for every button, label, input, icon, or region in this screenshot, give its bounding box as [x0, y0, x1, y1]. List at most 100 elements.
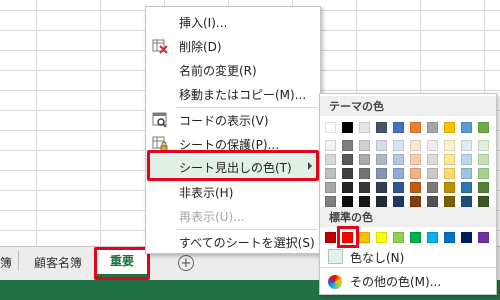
menu-item-insert[interactable]: 挿入(I)...: [146, 11, 320, 33]
standard-color-swatch[interactable]: [478, 232, 489, 243]
standard-color-swatch[interactable]: [444, 232, 455, 243]
theme-color-swatch[interactable]: [410, 154, 421, 165]
theme-color-swatch[interactable]: [461, 196, 472, 207]
theme-color-swatch[interactable]: [393, 196, 404, 207]
theme-color-swatch[interactable]: [410, 140, 421, 151]
theme-color-swatch[interactable]: [427, 140, 438, 151]
menu-item-label: 再表示(U)...: [179, 209, 245, 224]
standard-color-swatch[interactable]: [461, 232, 472, 243]
standard-color-swatch[interactable]: [393, 232, 404, 243]
more-colors-option[interactable]: その他の色(M)...: [350, 273, 441, 290]
color-palette-icon: [328, 275, 342, 289]
theme-color-swatch[interactable]: [393, 154, 404, 165]
theme-color-swatch[interactable]: [325, 168, 336, 179]
sheet-tab-customer-list[interactable]: 顧客名簿: [24, 247, 92, 277]
theme-color-swatch[interactable]: [342, 168, 353, 179]
theme-color-swatch[interactable]: [393, 140, 404, 151]
theme-color-swatch[interactable]: [478, 168, 489, 179]
theme-color-swatch[interactable]: [444, 122, 455, 133]
menu-item-select-all-sheets[interactable]: すべてのシートを選択(S): [146, 231, 320, 253]
theme-color-swatch[interactable]: [461, 168, 472, 179]
theme-color-swatch[interactable]: [461, 182, 472, 193]
standard-color-swatch[interactable]: [376, 232, 387, 243]
theme-color-swatch[interactable]: [359, 122, 370, 133]
theme-color-swatch[interactable]: [410, 182, 421, 193]
no-color-swatch[interactable]: [328, 249, 343, 264]
theme-color-swatch[interactable]: [461, 122, 472, 133]
theme-color-swatch[interactable]: [342, 196, 353, 207]
theme-color-swatch[interactable]: [359, 140, 370, 151]
sheet-tab-partial[interactable]: 簿: [0, 247, 14, 277]
theme-color-swatch[interactable]: [478, 154, 489, 165]
theme-color-swatch[interactable]: [444, 182, 455, 193]
theme-color-swatch[interactable]: [444, 154, 455, 165]
menu-item-move-copy[interactable]: 移動またはコピー(M)...: [146, 83, 320, 105]
menu-item-label: 挿入(I)...: [179, 15, 228, 30]
submenu-divider: [320, 267, 496, 268]
sheet-context-menu: 挿入(I)... 削除(D) 名前の変更(R) 移動またはコピー(M)... コ…: [145, 6, 321, 254]
theme-color-swatch[interactable]: [427, 122, 438, 133]
theme-color-swatch[interactable]: [325, 122, 336, 133]
theme-color-swatch[interactable]: [427, 196, 438, 207]
menu-item-hide[interactable]: 非表示(H): [146, 181, 320, 203]
theme-color-swatch[interactable]: [359, 196, 370, 207]
standard-color-swatch[interactable]: [325, 232, 336, 243]
theme-color-swatch[interactable]: [393, 182, 404, 193]
theme-color-swatch[interactable]: [427, 182, 438, 193]
theme-color-swatch[interactable]: [342, 122, 353, 133]
theme-color-swatch[interactable]: [325, 182, 336, 193]
theme-color-swatch[interactable]: [325, 154, 336, 165]
theme-color-swatch[interactable]: [376, 154, 387, 165]
theme-color-swatch[interactable]: [427, 168, 438, 179]
menu-item-label: 削除(D): [179, 39, 222, 54]
theme-color-swatch[interactable]: [359, 154, 370, 165]
theme-color-swatch[interactable]: [427, 154, 438, 165]
theme-color-swatch[interactable]: [410, 122, 421, 133]
standard-color-swatch[interactable]: [410, 232, 421, 243]
theme-color-swatch[interactable]: [393, 122, 404, 133]
menu-item-rename[interactable]: 名前の変更(R): [146, 59, 320, 81]
menu-divider: [176, 229, 318, 230]
theme-color-swatch[interactable]: [325, 196, 336, 207]
menu-item-label: 名前の変更(R): [179, 63, 257, 78]
theme-color-swatch[interactable]: [376, 182, 387, 193]
theme-color-swatch[interactable]: [444, 196, 455, 207]
theme-color-swatch[interactable]: [478, 140, 489, 151]
theme-color-swatch[interactable]: [376, 196, 387, 207]
theme-color-swatch[interactable]: [376, 168, 387, 179]
theme-color-swatch[interactable]: [325, 140, 336, 151]
menu-divider: [176, 107, 318, 108]
theme-color-swatch[interactable]: [461, 154, 472, 165]
theme-color-swatch[interactable]: [393, 168, 404, 179]
theme-color-swatch[interactable]: [478, 122, 489, 133]
theme-color-swatch[interactable]: [410, 196, 421, 207]
theme-color-swatch[interactable]: [376, 140, 387, 151]
theme-color-swatch[interactable]: [478, 182, 489, 193]
theme-colors-heading: テーマの色: [320, 96, 496, 116]
no-color-option[interactable]: 色なし(N): [350, 249, 404, 266]
view-code-icon: [152, 112, 168, 128]
menu-item-label: 非表示(H): [179, 185, 234, 200]
add-sheet-button[interactable]: +: [178, 255, 194, 271]
theme-color-swatch[interactable]: [444, 168, 455, 179]
menu-item-delete[interactable]: 削除(D): [146, 35, 320, 57]
standard-colors-heading: 標準の色: [320, 207, 496, 227]
theme-color-swatch[interactable]: [410, 168, 421, 179]
theme-color-swatch[interactable]: [461, 140, 472, 151]
theme-color-swatch[interactable]: [359, 168, 370, 179]
theme-color-swatch[interactable]: [342, 140, 353, 151]
tab-color-submenu: テーマの色 標準の色 色なし(N) その他の色(M)...: [319, 93, 497, 295]
menu-item-label: 移動またはコピー(M)...: [179, 87, 307, 102]
menu-item-view-code[interactable]: コードの表示(V): [146, 109, 320, 131]
theme-color-swatch[interactable]: [478, 196, 489, 207]
delete-sheet-icon: [152, 38, 168, 54]
standard-color-swatch[interactable]: [359, 232, 370, 243]
theme-color-swatch[interactable]: [444, 140, 455, 151]
theme-color-swatch[interactable]: [359, 182, 370, 193]
tab-annotation-box: [94, 247, 150, 280]
standard-color-swatch[interactable]: [427, 232, 438, 243]
theme-color-swatch[interactable]: [376, 122, 387, 133]
theme-color-swatch[interactable]: [342, 154, 353, 165]
menu-item-label: すべてのシートを選択(S): [179, 235, 315, 250]
theme-color-swatch[interactable]: [342, 182, 353, 193]
